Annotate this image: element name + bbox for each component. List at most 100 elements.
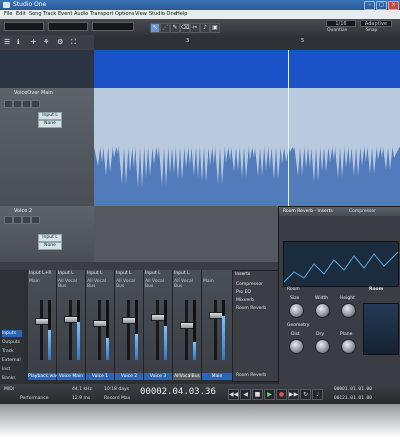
monitor-button[interactable] — [31, 100, 40, 108]
strip-label[interactable]: Voice 2 — [115, 373, 143, 380]
range-tool-icon[interactable]: ⋰ — [160, 23, 170, 33]
mute-button[interactable] — [4, 216, 13, 224]
track-input-slot[interactable]: Input L — [38, 112, 62, 120]
channel-strip[interactable]: Input L All Vocal Bus Voice Main — [57, 270, 86, 380]
split-tool-icon[interactable]: ✂ — [190, 23, 200, 33]
strip-output[interactable]: All Vocal Bus — [116, 279, 143, 289]
track-header-voiceover-main[interactable]: VoiceOver Main Input L None — [0, 88, 94, 207]
metronome-icon[interactable]: ♩ — [312, 389, 323, 400]
main-strip[interactable]: Main Main — [202, 270, 233, 380]
menu-track[interactable]: Track — [43, 11, 56, 17]
record-icon[interactable]: ● — [276, 389, 287, 400]
strip-input[interactable]: Input L — [58, 271, 74, 276]
menu-transport[interactable]: Transport — [90, 11, 113, 17]
adaptive-dropdown[interactable]: Adaptive — [360, 20, 392, 27]
width-knob[interactable] — [315, 303, 330, 318]
strip-input[interactable]: Input L+R — [29, 271, 52, 276]
listen-tool-icon[interactable]: ♪ — [200, 23, 210, 33]
maximize-button[interactable]: □ — [376, 1, 387, 10]
strip-input[interactable]: Input L — [174, 271, 190, 276]
record-arm-button[interactable] — [22, 100, 31, 108]
menu-file[interactable]: File — [4, 11, 12, 17]
close-button[interactable]: × — [388, 1, 399, 10]
track-list-icon[interactable]: ☰ — [4, 38, 10, 46]
solo-button[interactable] — [13, 216, 22, 224]
loop-end[interactable]: 00121.01.01.00 — [334, 396, 372, 401]
play-icon[interactable]: ▶ — [264, 389, 275, 400]
snap-label[interactable]: Snap — [366, 28, 377, 33]
strip-output[interactable]: All Vocal Bus — [58, 279, 85, 289]
track-mode-slot[interactable]: None — [38, 120, 62, 128]
menu-help[interactable]: Help — [176, 11, 187, 17]
forward-icon[interactable]: ▶▶ — [288, 389, 299, 400]
menu-options[interactable]: Options — [115, 11, 134, 17]
menu-studio-one[interactable]: Studio One — [149, 11, 177, 17]
track-input-slot[interactable]: Input L — [38, 234, 62, 242]
stop-icon[interactable]: ■ — [252, 389, 263, 400]
track-selector[interactable] — [48, 22, 88, 31]
add-track-icon[interactable]: + — [30, 37, 37, 46]
snap-value-field[interactable]: 1/16 — [326, 20, 356, 27]
strip-output[interactable]: Main — [29, 279, 40, 284]
midi-label[interactable]: MIDI — [4, 387, 14, 392]
strip-input[interactable]: Input L — [145, 271, 161, 276]
strip-label[interactable]: Voice 3 — [144, 373, 172, 380]
strip-output[interactable]: Main — [203, 279, 214, 284]
song-selector[interactable] — [4, 22, 44, 31]
snap-icon[interactable]: ⛶ — [71, 38, 76, 47]
menu-song[interactable]: Song — [29, 11, 42, 17]
insert-mixverb[interactable]: Mixverb — [236, 298, 254, 303]
strip-input[interactable]: Input L — [87, 271, 103, 276]
nav-inst[interactable]: Inst — [2, 366, 22, 373]
strip-label[interactable]: Playback.wav — [28, 373, 59, 380]
nav-outputs[interactable]: Outputs — [2, 339, 22, 346]
track-name[interactable]: VoiceOver Main — [14, 90, 53, 96]
eraser-tool-icon[interactable]: ⌫ — [180, 23, 190, 33]
dry-knob[interactable] — [315, 339, 330, 354]
preset-selector[interactable] — [92, 22, 134, 31]
menu-view[interactable]: View — [135, 11, 147, 17]
settings-icon[interactable]: ⚙ — [57, 38, 63, 46]
automation-icon[interactable]: ⚘ — [43, 38, 49, 46]
channel-strip[interactable]: Input L All Vocal Bus Voice 2 — [115, 270, 144, 380]
menu-edit[interactable]: Edit — [16, 11, 26, 17]
channel-strip[interactable]: Input L All Vocal Bus AllVocalBus — [173, 270, 202, 380]
strip-output[interactable]: All Vocal Bus — [87, 279, 114, 289]
height-knob[interactable] — [341, 303, 356, 318]
minimize-button[interactable]: – — [364, 1, 375, 10]
room-reverb-plugin-window[interactable]: Room Reverb - Inserts Compressor Room Ro… — [278, 206, 400, 386]
rewind-icon[interactable]: ◀◀ — [228, 389, 239, 400]
monitor-button[interactable] — [31, 216, 40, 224]
strip-label[interactable]: Voice 1 — [86, 373, 114, 380]
nav-track[interactable]: Track — [2, 348, 22, 355]
back-icon[interactable]: ◀ — [240, 389, 251, 400]
plugin-tab[interactable]: Compressor — [349, 209, 376, 214]
strip-output[interactable]: All Vocal Bus — [174, 279, 201, 289]
timeline-ruler[interactable]: ☰ ℹ + ⚘ ⚙ ⛶ 3 5 — [0, 35, 400, 50]
mute-button[interactable] — [4, 100, 13, 108]
strip-label[interactable]: AllVocalBus — [173, 373, 201, 380]
inserts-header[interactable]: Inserts — [235, 272, 250, 277]
solo-button[interactable] — [13, 100, 22, 108]
nav-inputs[interactable]: Inputs — [2, 330, 22, 337]
strip-input[interactable]: Input L — [116, 271, 132, 276]
menu-audio[interactable]: Audio — [74, 11, 88, 17]
inspector-icon[interactable]: ℹ — [17, 38, 20, 46]
channel-strip[interactable]: Input L All Vocal Bus Voice 1 — [86, 270, 115, 380]
insert-room-reverb[interactable]: Room Reverb — [236, 306, 266, 311]
track-name[interactable]: Voice 2 — [14, 208, 32, 214]
menu-event[interactable]: Event — [58, 11, 72, 17]
pencil-tool-icon[interactable]: ✎ — [170, 23, 180, 33]
nav-banks[interactable]: Banks — [2, 375, 22, 382]
plane-knob[interactable] — [341, 339, 356, 354]
channel-strip[interactable]: Input L All Vocal Bus Voice 3 — [144, 270, 173, 380]
top-region[interactable] — [94, 50, 400, 88]
loop-icon[interactable]: ↻ — [300, 389, 311, 400]
record-arm-button[interactable] — [22, 216, 31, 224]
strip-label[interactable]: Main — [202, 373, 232, 380]
size-knob[interactable] — [289, 303, 304, 318]
insert-pro-eq[interactable]: Pro EQ — [236, 290, 251, 295]
arrow-tool-icon[interactable]: ↖ — [150, 23, 160, 33]
strip-output[interactable]: All Vocal Bus — [145, 279, 172, 289]
bend-tool-icon[interactable]: ▣ — [210, 23, 220, 33]
